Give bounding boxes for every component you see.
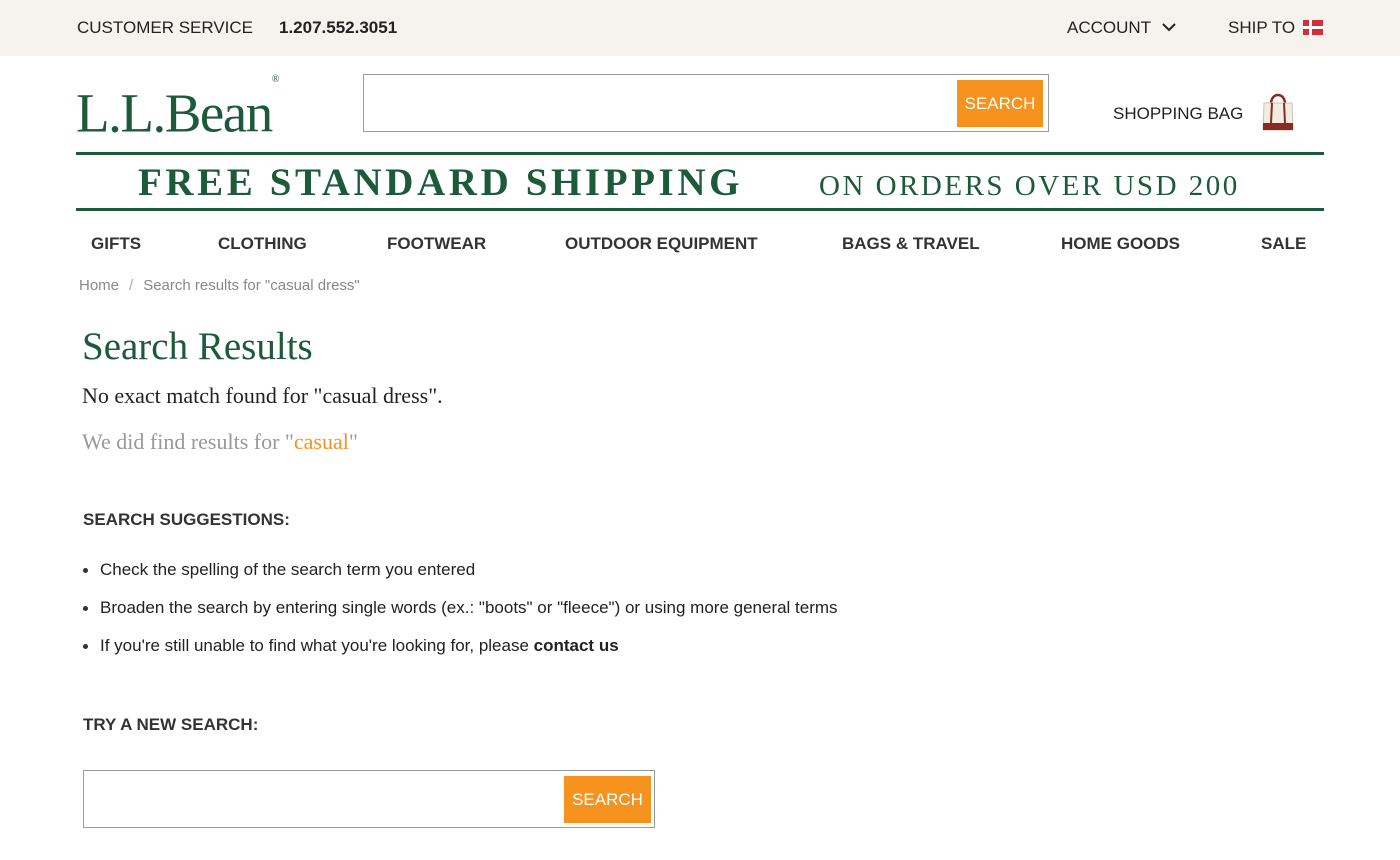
nav-outdoor-equipment[interactable]: OUTDOOR EQUIPMENT: [565, 234, 758, 254]
free-shipping-banner[interactable]: FREE STANDARD SHIPPING ON ORDERS OVER US…: [76, 152, 1324, 211]
account-menu[interactable]: ACCOUNT: [1067, 18, 1151, 38]
contact-us-link[interactable]: contact us: [534, 636, 619, 655]
did-find-message: We did find results for "casual": [82, 429, 358, 455]
suggestion-item: Check the spelling of the search term yo…: [83, 560, 838, 598]
breadcrumb: Home / Search results for "casual dress": [79, 277, 360, 294]
suggestions-heading: SEARCH SUGGESTIONS:: [83, 510, 290, 529]
breadcrumb-home[interactable]: Home: [79, 277, 119, 294]
new-search-button[interactable]: SEARCH: [564, 776, 651, 823]
logo-text: L.L.Bean: [76, 82, 273, 144]
new-search-form: SEARCH: [83, 770, 655, 828]
no-match-message: No exact match found for "casual dress".: [82, 383, 443, 408]
header-search: SEARCH: [363, 74, 1049, 132]
customer-service-label: CUSTOMER SERVICE: [77, 18, 254, 37]
alternate-term-link[interactable]: casual: [294, 429, 349, 454]
bullet-icon: [83, 568, 88, 573]
breadcrumb-current: Search results for "casual dress": [143, 277, 360, 294]
new-search-input[interactable]: [90, 777, 560, 821]
bullet-icon: [83, 606, 88, 611]
suggestions-list: Check the spelling of the search term yo…: [83, 560, 838, 674]
did-find-prefix: We did find results for ": [82, 429, 294, 454]
header-search-input[interactable]: [370, 81, 954, 125]
suggestion-item: If you're still unable to find what you'…: [83, 636, 838, 674]
customer-service-phone[interactable]: 1.207.552.3051: [279, 18, 397, 38]
llbean-logo[interactable]: L.L.Bean®: [76, 74, 279, 144]
bullet-icon: [83, 644, 88, 649]
registered-mark: ®: [271, 74, 280, 85]
ship-to-selector[interactable]: SHIP TO: [1228, 18, 1295, 38]
chevron-down-icon[interactable]: [1161, 19, 1177, 35]
tote-bag-icon[interactable]: [1260, 88, 1296, 132]
breadcrumb-separator: /: [129, 277, 134, 294]
promo-headline: FREE STANDARD SHIPPING: [138, 161, 744, 204]
nav-gifts[interactable]: GIFTS: [91, 234, 141, 254]
nav-bags-travel[interactable]: BAGS & TRAVEL: [842, 234, 980, 254]
shopping-bag-link[interactable]: SHOPPING BAG: [1113, 104, 1243, 124]
suggestion-text: If you're still unable to find what you'…: [100, 636, 534, 655]
denmark-flag-icon[interactable]: [1303, 20, 1323, 35]
nav-sale[interactable]: SALE: [1261, 234, 1306, 254]
page-title: Search Results: [82, 325, 313, 368]
header-search-button[interactable]: SEARCH: [957, 80, 1043, 127]
promo-subline: ON ORDERS OVER USD 200: [819, 170, 1240, 202]
nav-home-goods[interactable]: HOME GOODS: [1061, 234, 1180, 254]
utility-bar: CUSTOMER SERVICE 1.207.552.3051 ACCOUNT …: [0, 0, 1400, 56]
nav-footwear[interactable]: FOOTWEAR: [387, 234, 486, 254]
suggestion-item: Broaden the search by entering single wo…: [83, 598, 838, 636]
did-find-suffix: ": [348, 429, 358, 454]
main-nav: GIFTS CLOTHING FOOTWEAR OUTDOOR EQUIPMEN…: [0, 234, 1400, 256]
suggestion-text: Broaden the search by entering single wo…: [100, 598, 838, 617]
suggestion-text: Check the spelling of the search term yo…: [100, 560, 476, 579]
try-new-search-heading: TRY A NEW SEARCH:: [83, 715, 259, 734]
nav-clothing[interactable]: CLOTHING: [218, 234, 307, 254]
